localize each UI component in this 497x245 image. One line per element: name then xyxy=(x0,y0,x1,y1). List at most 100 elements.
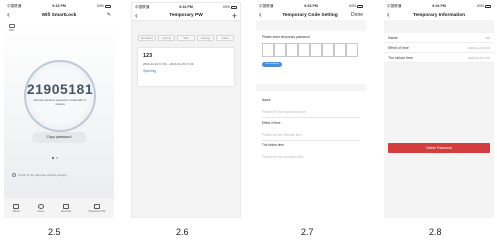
wifi-device-icon xyxy=(9,24,15,28)
carrier-label: 中国联通 xyxy=(135,4,150,9)
filter-valid[interactable]: Valid xyxy=(177,35,195,41)
effect-time-input[interactable]: Please set the effective time xyxy=(256,133,366,137)
digit-box[interactable] xyxy=(262,43,274,57)
back-icon[interactable]: ‹ xyxy=(135,11,147,21)
nav-bar: ‹ Temporary PW + xyxy=(132,11,240,21)
bottom-tab-bar: Album Users Records Temporary PW xyxy=(4,198,114,218)
records-icon xyxy=(63,203,70,209)
password-name: 123 xyxy=(143,53,153,59)
back-icon[interactable]: ‹ xyxy=(259,10,271,20)
battery-indicator: 93% xyxy=(223,5,237,9)
info-key: Effect of time xyxy=(388,45,409,50)
filter-syncing[interactable]: Syncing xyxy=(157,35,176,41)
digit-box[interactable] xyxy=(322,43,334,57)
latest-record-text: 11-24 17:22, Remote Unlock via App xyxy=(18,173,67,177)
password-entry-section: Please enter temporary password Get rand… xyxy=(256,31,366,84)
temporary-pw-icon xyxy=(93,203,100,209)
digit-box[interactable] xyxy=(298,43,310,57)
effect-time-label: Effect of time xyxy=(262,120,281,125)
enter-password-label: Please enter temporary password xyxy=(262,35,310,39)
password-time-range: 2020-11-24 17:33 ~ 2020-11-25 17:33 xyxy=(143,62,194,66)
filter-not-started[interactable]: Not Started xyxy=(138,35,156,41)
status-bar: 中国联通 9:34 PM 93% xyxy=(132,3,240,11)
tab-records[interactable]: Records xyxy=(61,203,71,213)
figure-caption: 2.7 xyxy=(301,227,314,237)
tab-temporary-pw[interactable]: Temporary PW xyxy=(88,203,105,213)
page-title: Wifi SmartLock xyxy=(41,12,77,18)
page-title: Temporary PW xyxy=(169,13,203,18)
status-badge: Syncing xyxy=(143,69,156,73)
carrier-label: 中国联通 xyxy=(7,3,22,8)
clock-label: 9:33 PM xyxy=(52,4,66,8)
screen-temporary-information: 中国联通 9:34 PM 93% ‹ Temporary Information… xyxy=(384,2,494,218)
delete-password-button[interactable]: Delete Password xyxy=(388,143,490,153)
battery-icon xyxy=(230,5,237,9)
info-row-effect-time: Effect of time 2020-11-24 17:33 xyxy=(384,43,494,53)
digit-box[interactable] xyxy=(286,43,298,57)
password-details-section: Name Please set the password name Effect… xyxy=(256,91,366,218)
digit-box[interactable] xyxy=(274,43,286,57)
page-title: Temporary Information xyxy=(412,12,466,18)
figure-caption: 2.5 xyxy=(48,227,61,237)
battery-icon xyxy=(356,4,363,8)
password-input-boxes[interactable] xyxy=(262,43,360,57)
screen-temporary-pw: 中国联通 9:34 PM 93% ‹ Temporary PW + Not St… xyxy=(131,2,241,218)
info-key: Name xyxy=(388,35,398,40)
screen-wifi-smartlock: 中国联通 9:33 PM 94% ‹ Wifi SmartLock ✎ WiFi… xyxy=(4,2,114,218)
status-bar: 中国联通 9:33 PM 94% xyxy=(4,2,114,10)
filter-deleting[interactable]: Deleting xyxy=(196,35,215,41)
digit-box[interactable] xyxy=(334,43,346,57)
info-value: 2020-11-24 17:33 xyxy=(468,45,490,50)
lock-body: WiFi 21905181 Remote dynamic password, i… xyxy=(4,20,114,218)
done-button[interactable]: Done xyxy=(349,12,363,18)
info-row-failure-time: The failure time 2020-11-25 17:33 xyxy=(384,53,494,63)
nav-bar: ‹ Wifi SmartLock ✎ xyxy=(4,10,114,20)
password-description: Remote dynamic password, invalid after 5… xyxy=(34,98,86,106)
edit-icon[interactable]: ✎ xyxy=(99,12,111,18)
info-list: Name 123 Effect of time 2020-11-24 17:33… xyxy=(384,33,494,63)
add-icon[interactable]: + xyxy=(225,11,237,21)
tab-users[interactable]: Users xyxy=(37,203,44,213)
tab-album[interactable]: Album xyxy=(13,203,20,213)
status-bar: 中国联通 9:34 PM 93% xyxy=(384,2,494,10)
get-randomly-button[interactable]: Get randomly xyxy=(262,62,282,67)
failure-time-input[interactable]: Please set the expiration time xyxy=(256,155,366,159)
clock-label: 9:34 PM xyxy=(179,5,193,9)
wifi-label: WiFi xyxy=(9,29,15,32)
divider xyxy=(262,117,360,118)
back-icon[interactable]: ‹ xyxy=(387,10,399,20)
password-card[interactable]: 123 2020-11-24 17:33 ~ 2020-11-25 17:33 … xyxy=(138,48,234,86)
name-input[interactable]: Please set the password name xyxy=(256,110,366,114)
failure-time-label: The failure time xyxy=(262,143,284,147)
filter-invalid[interactable]: Invalid xyxy=(216,35,234,41)
status-filter-bar: Not Started Syncing Valid Deleting Inval… xyxy=(138,35,234,41)
info-value: 2020-11-25 17:33 xyxy=(468,55,490,60)
battery-indicator: 94% xyxy=(349,4,363,8)
battery-icon xyxy=(484,4,491,8)
album-icon xyxy=(13,203,20,209)
info-value: 123 xyxy=(485,35,490,40)
name-label: Name xyxy=(262,98,271,102)
users-icon xyxy=(37,203,44,209)
carrier-label: 中国联通 xyxy=(387,3,402,8)
digit-box[interactable] xyxy=(310,43,322,57)
info-key: The failure time xyxy=(388,55,413,60)
figure-caption: 2.8 xyxy=(429,227,442,237)
copy-password-button[interactable]: Copy password xyxy=(32,132,86,143)
clock-label: 9:34 PM xyxy=(432,4,446,8)
status-bar: 中国联通 9:33 PM 94% xyxy=(256,2,366,10)
figure-caption: 2.6 xyxy=(176,227,189,237)
battery-indicator: 93% xyxy=(477,4,491,8)
page-indicator xyxy=(52,157,58,159)
latest-record: 11-24 17:22, Remote Unlock via App xyxy=(12,173,108,177)
clock-label: 9:33 PM xyxy=(304,4,318,8)
dynamic-password: 21905181 xyxy=(26,81,94,97)
nav-bar: ‹ Temporary Code Setting Done xyxy=(256,10,366,20)
back-icon[interactable]: ‹ xyxy=(7,10,19,20)
digit-box[interactable] xyxy=(346,43,358,57)
info-row-name: Name 123 xyxy=(384,33,494,43)
screen-temporary-code-setting: 中国联通 9:33 PM 94% ‹ Temporary Code Settin… xyxy=(256,2,366,218)
nav-bar: ‹ Temporary Information xyxy=(384,10,494,20)
divider xyxy=(262,139,360,140)
battery-icon xyxy=(104,4,111,8)
